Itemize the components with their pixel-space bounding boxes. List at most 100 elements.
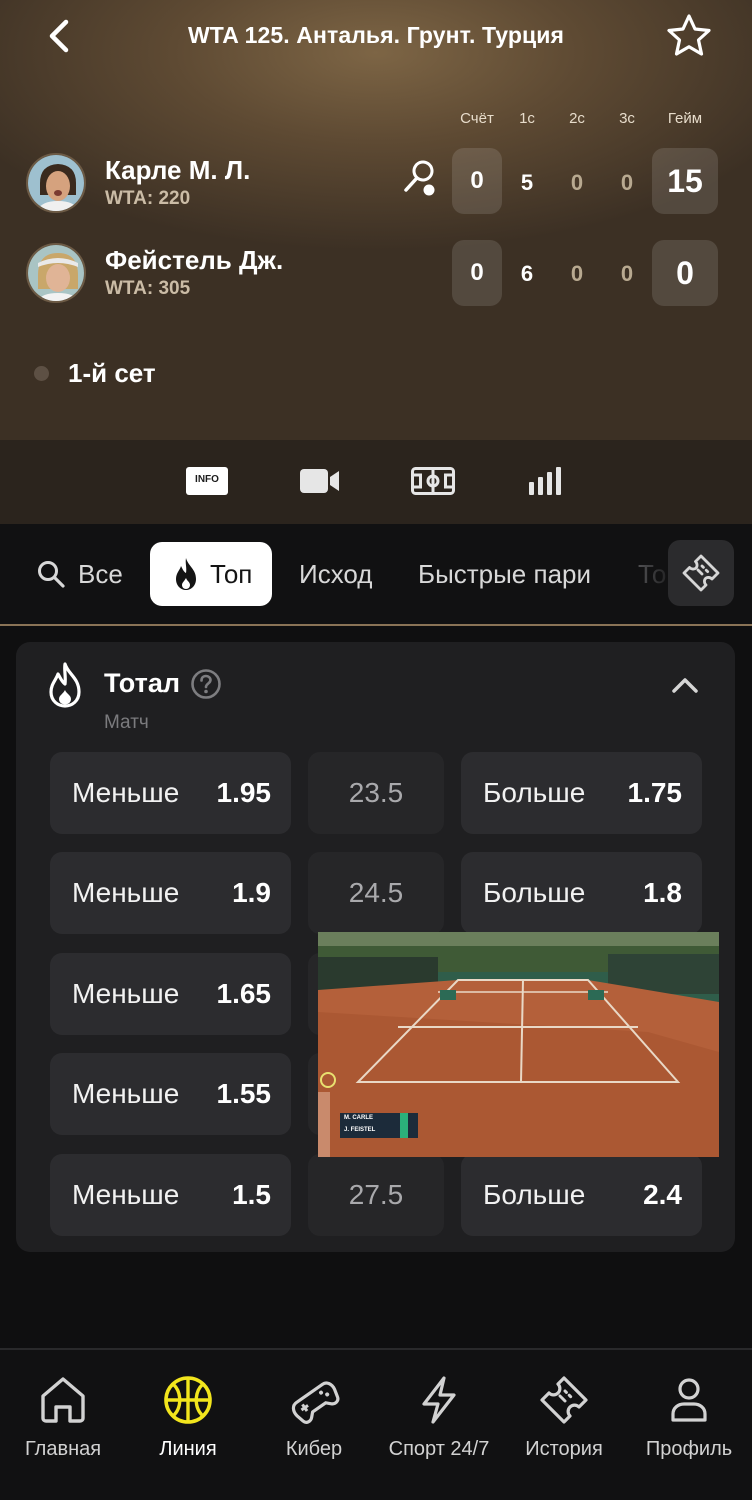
under-odds-button[interactable]: Меньше 1.55 <box>50 1053 291 1135</box>
under-label: Меньше <box>72 1179 180 1210</box>
field-tab[interactable] <box>411 466 455 498</box>
nav-sport-247[interactable]: Спорт 24/7 <box>376 1374 502 1461</box>
avatar <box>26 153 86 213</box>
ticket-icon <box>540 1376 588 1424</box>
under-label: Меньше <box>72 1078 180 1109</box>
under-odds-button[interactable]: Меньше 1.65 <box>50 953 291 1035</box>
nav-cyber[interactable]: Кибер <box>251 1374 377 1461</box>
back-button[interactable] <box>38 14 82 58</box>
under-odds-button[interactable]: Меньше 1.9 <box>50 852 291 934</box>
nav-history[interactable]: История <box>501 1374 627 1461</box>
player-row-2: Фейстель Дж. WTA: 305 <box>26 242 283 304</box>
nav-cyber-label: Кибер <box>285 1438 343 1460</box>
home-icon <box>41 1377 85 1423</box>
coupon-button[interactable] <box>668 540 734 606</box>
player-2-game: 0 <box>652 240 718 306</box>
player-2-set-3: 0 <box>620 261 634 286</box>
nav-history-label: История <box>525 1438 603 1460</box>
fire-icon <box>176 558 196 590</box>
under-label: Меньше <box>72 777 180 808</box>
total-line: 23.5 <box>308 752 444 834</box>
over-odds: 1.75 <box>627 777 683 808</box>
player-1-score: 0 <box>452 148 502 214</box>
over-label: Больше <box>483 777 586 808</box>
stats-icon <box>529 467 561 495</box>
player-name: Карле М. Л. <box>105 155 251 185</box>
over-odds-button[interactable]: Больше 1.75 <box>461 752 702 834</box>
over-odds-button[interactable]: Больше 2.4 <box>461 1154 702 1236</box>
tab-fast-bets-label: Быстрые пари <box>418 558 592 589</box>
under-odds-button[interactable]: Меньше 1.95 <box>50 752 291 834</box>
chevron-up-icon <box>672 678 698 693</box>
tab-top[interactable]: Топ <box>150 542 273 606</box>
under-odds: 1.55 <box>216 1078 272 1109</box>
nav-home-label: Главная <box>24 1438 102 1460</box>
tab-all-label: Все <box>78 558 123 589</box>
player-rank: WTA: 220 <box>105 188 191 209</box>
video-tab[interactable] <box>300 466 340 498</box>
market-title: Тотал <box>104 668 181 698</box>
match-title: WTA 125. Анталья. Грунт. Турция <box>188 22 564 48</box>
period-indicator-dot <box>34 366 49 381</box>
video-scoreboard-row-1: M. CARLE <box>344 1115 373 1121</box>
lightning-icon <box>422 1376 456 1424</box>
star-icon <box>667 14 711 56</box>
player-2-set-1: 6 <box>520 261 534 286</box>
video-scoreboard-row-2: J. FEISTEL <box>344 1127 376 1133</box>
under-odds: 1.9 <box>232 877 271 908</box>
info-tab-label: INFO <box>195 474 219 485</box>
column-score: Счёт <box>460 110 494 127</box>
live-video-player[interactable]: M. CARLE J. FEISTEL <box>318 932 719 1157</box>
nav-line[interactable]: Линия <box>125 1374 251 1461</box>
column-set-1: 1с <box>519 110 535 127</box>
gamepad-icon <box>291 1381 340 1424</box>
player-1-game: 15 <box>652 148 718 214</box>
field-icon <box>411 467 455 495</box>
total-line: 27.5 <box>308 1154 444 1236</box>
video-frame <box>318 932 719 1157</box>
player-rank: WTA: 305 <box>105 278 191 299</box>
nav-profile[interactable]: Профиль <box>626 1374 752 1461</box>
avatar <box>26 243 86 303</box>
player-name: Фейстель Дж. <box>105 245 284 275</box>
over-odds: 1.8 <box>643 877 682 908</box>
player-1-set-2: 0 <box>570 170 584 195</box>
over-odds-button[interactable]: Больше 1.8 <box>461 852 702 934</box>
tab-outcome-label: Исход <box>299 558 373 589</box>
player-1-set-1: 5 <box>520 170 534 195</box>
help-icon[interactable] <box>190 668 222 700</box>
under-odds-button[interactable]: Меньше 1.5 <box>50 1154 291 1236</box>
under-label: Меньше <box>72 978 180 1009</box>
tab-outcome[interactable]: Исход <box>299 542 372 606</box>
video-camera-icon <box>300 469 339 493</box>
serving-racket-icon <box>402 160 438 200</box>
match-header: WTA 125. Анталья. Грунт. Турция Счёт 1с … <box>0 0 752 440</box>
nav-line-label: Линия <box>159 1438 217 1460</box>
under-label: Меньше <box>72 877 180 908</box>
player-row-1: Карле М. Л. WTA: 220 <box>26 152 250 214</box>
over-label: Больше <box>483 877 586 908</box>
column-set-3: 3с <box>619 110 635 127</box>
stats-tab[interactable] <box>528 466 562 498</box>
over-label: Больше <box>483 1179 586 1210</box>
fire-icon <box>46 662 84 708</box>
tabs-divider <box>0 624 752 626</box>
search-icon <box>38 561 65 588</box>
tab-fast-bets[interactable]: Быстрые пари <box>418 542 591 606</box>
media-tabs-bar <box>0 440 752 524</box>
nav-home[interactable]: Главная <box>0 1374 126 1461</box>
tab-all[interactable]: Все <box>36 542 123 606</box>
info-tab[interactable]: INFO <box>186 466 228 498</box>
nav-profile-label: Профиль <box>645 1438 733 1460</box>
collapse-button[interactable] <box>668 670 702 700</box>
chevron-left-icon <box>49 19 69 53</box>
player-1-set-3: 0 <box>620 170 634 195</box>
market-subtitle: Матч <box>104 712 149 733</box>
user-icon <box>671 1378 707 1422</box>
ticket-icon <box>682 554 720 592</box>
over-odds: 2.4 <box>643 1179 682 1210</box>
player-2-score: 0 <box>452 240 502 306</box>
column-set-2: 2с <box>569 110 585 127</box>
nav-sport-247-label: Спорт 24/7 <box>388 1438 490 1460</box>
favorite-button[interactable] <box>664 12 714 60</box>
